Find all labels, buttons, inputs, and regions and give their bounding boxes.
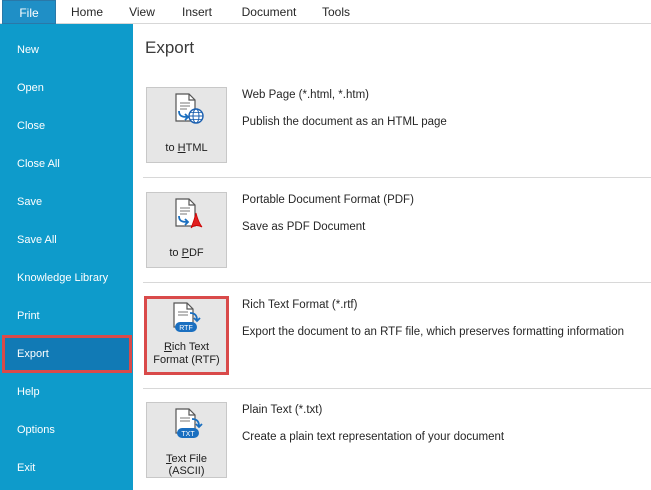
nav-item-exit[interactable]: Exit <box>0 449 133 487</box>
option-desc-text: Create a plain text representation of yo… <box>242 431 505 443</box>
tab-view[interactable]: View <box>120 0 164 24</box>
document-globe-icon <box>175 93 204 124</box>
rtf-badge: RTF <box>179 325 192 332</box>
option-desc-rtf: Export the document to an RTF file, whic… <box>242 326 625 338</box>
nav-item-save-all[interactable]: Save All <box>0 221 133 259</box>
tab-file[interactable]: File <box>2 0 56 24</box>
document-txt-icon: TXT <box>175 408 203 438</box>
export-panel: Export to HTML Web Page (*.html, *.htm) … <box>133 24 651 490</box>
tab-home[interactable]: Home <box>63 0 111 24</box>
nav-item-options[interactable]: Options <box>0 411 133 449</box>
divider <box>143 388 651 389</box>
export-to-rtf-button[interactable]: RTF Rich Text Format (RTF) <box>144 296 229 375</box>
nav-item-save[interactable]: Save <box>0 183 133 221</box>
ribbon-tab-bar: File Home View Insert Document Tools <box>0 0 651 24</box>
export-to-text-button[interactable]: TXT Text File (ASCII) <box>146 402 227 478</box>
export-html-label: to HTML <box>165 142 208 154</box>
tab-document[interactable]: Document <box>233 0 305 24</box>
nav-item-export[interactable]: Export <box>2 335 132 373</box>
tab-tools[interactable]: Tools <box>313 0 359 24</box>
option-desc-html: Publish the document as an HTML page <box>242 116 447 128</box>
document-pdf-icon <box>175 198 203 229</box>
page-title: Export <box>145 38 195 57</box>
export-pdf-label: to PDF <box>169 247 204 259</box>
divider <box>143 282 651 283</box>
option-title-rtf: Rich Text Format (*.rtf) <box>242 299 358 311</box>
nav-item-close-all[interactable]: Close All <box>0 145 133 183</box>
option-desc-pdf: Save as PDF Document <box>242 221 366 233</box>
option-title-html: Web Page (*.html, *.htm) <box>242 89 369 101</box>
nav-item-print[interactable]: Print <box>0 297 133 335</box>
nav-item-new[interactable]: New <box>0 31 133 69</box>
export-text-label: Text File (ASCII) <box>166 453 207 477</box>
nav-item-knowledge-library[interactable]: Knowledge Library <box>0 259 133 297</box>
backstage-nav: New Open Close Close All Save Save All K… <box>0 24 133 490</box>
export-to-html-button[interactable]: to HTML <box>146 87 227 163</box>
option-title-text: Plain Text (*.txt) <box>242 404 323 416</box>
nav-item-close[interactable]: Close <box>0 107 133 145</box>
nav-item-open[interactable]: Open <box>0 69 133 107</box>
tab-insert[interactable]: Insert <box>173 0 221 24</box>
nav-item-help[interactable]: Help <box>0 373 133 411</box>
divider <box>143 177 651 178</box>
option-title-pdf: Portable Document Format (PDF) <box>242 194 414 206</box>
export-rtf-label-line2: Format (RTF) <box>153 354 220 366</box>
document-rtf-icon: RTF <box>173 302 201 332</box>
export-to-pdf-button[interactable]: to PDF <box>146 192 227 268</box>
export-rtf-label-line1: Rich Text <box>163 341 210 353</box>
txt-badge: TXT <box>181 431 195 438</box>
